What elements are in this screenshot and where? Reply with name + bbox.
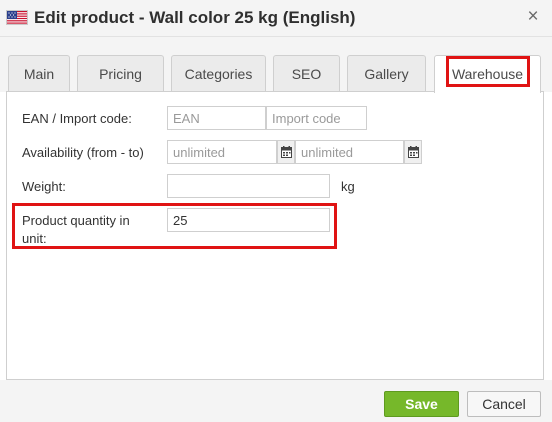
tab-label: Categories: [184, 66, 253, 82]
weight-unit: kg: [341, 179, 355, 194]
warehouse-panel: [6, 91, 544, 380]
availability-to-input[interactable]: [295, 140, 404, 164]
availability-from-input[interactable]: [167, 140, 277, 164]
tab-warehouse[interactable]: Warehouse: [434, 55, 541, 93]
ean-input[interactable]: [167, 106, 266, 130]
availability-label: Availability (from - to): [22, 145, 144, 160]
tab-pricing[interactable]: Pricing: [77, 55, 164, 92]
tab-label: SEO: [291, 66, 322, 82]
calendar-icon[interactable]: [404, 140, 422, 164]
ean-import-label: EAN / Import code:: [22, 111, 132, 126]
tab-main[interactable]: Main: [8, 55, 70, 92]
weight-input[interactable]: [167, 174, 330, 198]
save-button[interactable]: Save: [384, 391, 459, 417]
dialog-title: Edit product - Wall color 25 kg (English…: [34, 8, 356, 27]
tab-gallery[interactable]: Gallery: [347, 55, 426, 92]
tab-bar: Main Pricing Categories SEO Gallery Ware…: [0, 37, 552, 93]
tab-categories[interactable]: Categories: [171, 55, 266, 92]
tab-label: Main: [23, 66, 55, 82]
product-quantity-label-line1: Product quantity in: [22, 213, 130, 228]
us-flag-icon: [6, 10, 28, 25]
product-quantity-input[interactable]: [167, 208, 330, 232]
tab-label: Warehouse: [451, 66, 524, 82]
tab-label: Gallery: [364, 66, 409, 82]
import-code-input[interactable]: [266, 106, 367, 130]
cancel-button[interactable]: Cancel: [467, 391, 541, 417]
weight-label: Weight:: [22, 179, 66, 194]
close-icon[interactable]: ×: [522, 6, 544, 28]
calendar-icon[interactable]: [277, 140, 295, 164]
product-quantity-label-line2: unit:: [22, 231, 47, 246]
tab-seo[interactable]: SEO: [273, 55, 340, 92]
dialog-titlebar: Edit product - Wall color 25 kg (English…: [0, 0, 552, 37]
tab-label: Pricing: [99, 66, 142, 82]
